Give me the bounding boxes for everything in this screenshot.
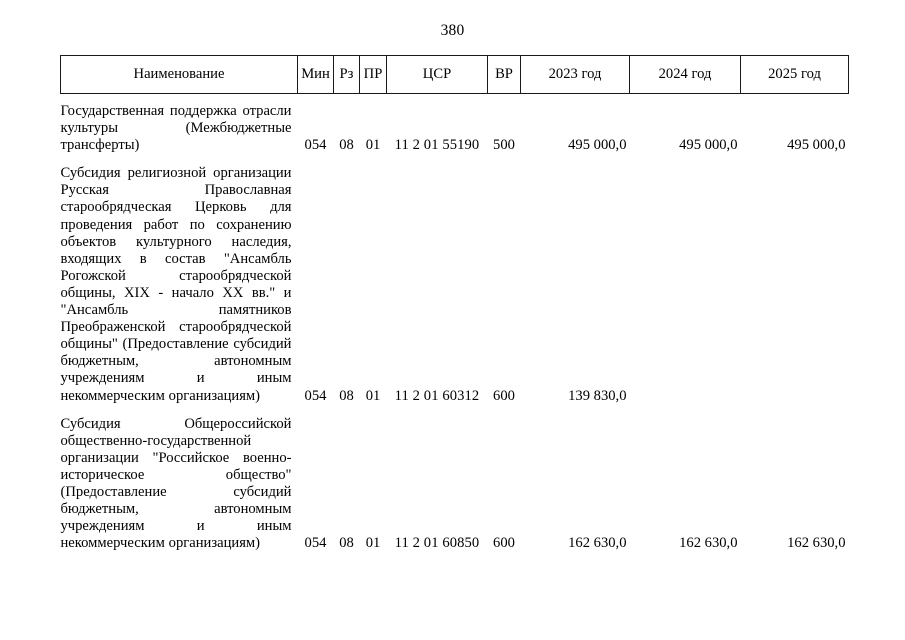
column-header-csr: ЦСР — [386, 55, 488, 94]
cell-amount-2025: 495 000,0 — [787, 137, 846, 154]
column-header-vr: ВР — [487, 55, 521, 94]
cell-min: 054 — [304, 387, 327, 404]
cell-rz: 08 — [339, 387, 354, 404]
cell-name: Субсидия религиозной организации Русская… — [60, 165, 292, 404]
column-header-pr: ПР — [359, 55, 387, 94]
cell-amount-2025: 162 630,0 — [787, 535, 846, 552]
table-row: Субсидия религиозной организации Русская… — [61, 154, 849, 404]
column-header-rz: Рз — [333, 55, 360, 94]
cell-csr: 11 2 01 60850 — [394, 535, 480, 552]
table-body: Государственная поддержка отрасли культу… — [61, 94, 849, 553]
cell-amount-2023: 495 000,0 — [568, 137, 627, 154]
cell-amount-2023: 139 830,0 — [568, 387, 627, 404]
table-header: Наименование Мин Рз ПР ЦСР ВР 2023 год 2… — [60, 55, 849, 94]
column-header-year-2023: 2023 год — [520, 55, 630, 94]
cell-amount-2023: 162 630,0 — [568, 535, 627, 552]
cell-amount-2024 — [630, 154, 741, 404]
table-header-row: Наименование Мин Рз ПР ЦСР ВР 2023 год 2… — [60, 55, 849, 94]
column-header-min: Мин — [297, 55, 334, 94]
column-header-name: Наименование — [60, 55, 298, 94]
column-header-year-2025: 2025 год — [740, 55, 849, 94]
cell-csr: 11 2 01 55190 — [394, 137, 480, 154]
cell-pr: 01 — [365, 137, 381, 154]
document-page: 380 Наименование Мин Рз ПР ЦСР ВР 2023 г… — [0, 0, 905, 640]
cell-vr: 600 — [493, 387, 515, 404]
cell-vr: 500 — [493, 137, 515, 154]
cell-amount-2024: 495 000,0 — [679, 137, 738, 154]
cell-csr: 11 2 01 60312 — [394, 387, 480, 404]
cell-amount-2025 — [741, 154, 849, 404]
cell-name: Государственная поддержка отрасли культу… — [60, 103, 292, 154]
table-row: Государственная поддержка отрасли культу… — [61, 94, 849, 155]
column-header-year-2024: 2024 год — [629, 55, 741, 94]
cell-min: 054 — [304, 137, 327, 154]
cell-min: 054 — [304, 535, 327, 552]
page-number: 380 — [440, 22, 465, 39]
budget-table: Наименование Мин Рз ПР ЦСР ВР 2023 год 2… — [60, 55, 849, 552]
table-row: Субсидия Общероссийской общественно-госу… — [61, 405, 849, 553]
cell-rz: 08 — [339, 137, 354, 154]
cell-name: Субсидия Общероссийской общественно-госу… — [60, 415, 292, 552]
cell-pr: 01 — [365, 387, 381, 404]
cell-vr: 600 — [493, 535, 515, 552]
cell-rz: 08 — [339, 535, 354, 552]
cell-amount-2024: 162 630,0 — [679, 535, 738, 552]
cell-pr: 01 — [365, 535, 381, 552]
